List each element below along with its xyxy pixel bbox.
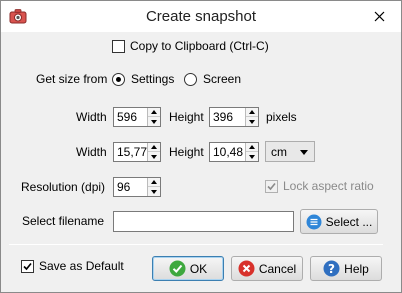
ok-button-label: OK [189, 261, 208, 276]
unit-height-value: 10,48 [213, 145, 244, 159]
unit-width-decrement[interactable] [148, 152, 160, 161]
svg-text:?: ? [328, 262, 335, 276]
radio-settings[interactable] [112, 73, 125, 86]
resolution-spinner[interactable]: 96 [113, 177, 161, 197]
title-bar: Create snapshot [1, 1, 401, 32]
close-button[interactable] [357, 1, 401, 32]
pixel-width-increment[interactable] [148, 108, 160, 117]
cancel-button[interactable]: Cancel [231, 256, 303, 281]
pixels-unit-label: pixels [266, 110, 297, 124]
radio-settings-label: Settings [131, 72, 175, 86]
lock-aspect-label: Lock aspect ratio [283, 179, 374, 193]
help-button[interactable]: ? Help [310, 256, 382, 281]
pixel-height-increment[interactable] [246, 108, 258, 117]
radio-screen[interactable] [184, 73, 197, 86]
chevron-down-icon [300, 150, 308, 155]
pixel-width-value: 596 [117, 110, 138, 124]
unit-width-label: Width [76, 145, 107, 159]
checkmark-icon [267, 182, 276, 191]
list-icon [306, 214, 322, 229]
unit-height-label: Height [169, 145, 204, 159]
resolution-decrement[interactable] [148, 187, 160, 196]
unit-height-increment[interactable] [246, 143, 258, 152]
filename-label: Select filename [22, 214, 105, 228]
pixel-width-decrement[interactable] [148, 117, 160, 126]
close-icon [374, 11, 384, 22]
unit-select[interactable]: cm [265, 141, 315, 162]
help-button-label: Help [344, 261, 369, 276]
footer-separator [9, 244, 383, 245]
radio-screen-label: Screen [203, 72, 242, 86]
resolution-increment[interactable] [148, 178, 160, 187]
ok-button[interactable]: OK [152, 256, 224, 281]
unit-width-spinner[interactable]: 15,77 [113, 142, 161, 162]
resolution-label: Resolution (dpi) [21, 180, 106, 194]
get-size-label: Get size from [36, 72, 108, 86]
pixel-width-label: Width [76, 110, 107, 124]
ok-check-icon [169, 260, 186, 277]
cancel-button-label: Cancel [258, 261, 297, 276]
lock-aspect-checkbox[interactable] [265, 180, 278, 193]
pixel-height-decrement[interactable] [246, 117, 258, 126]
dialog-window: Create snapshot Copy to Clipboard (Ctrl-… [0, 0, 402, 293]
unit-width-increment[interactable] [148, 143, 160, 152]
unit-width-value: 15,77 [117, 145, 148, 159]
copy-clipboard-checkbox[interactable] [112, 40, 125, 53]
select-file-button[interactable]: Select ... [300, 209, 378, 234]
pixel-height-value: 396 [213, 110, 234, 124]
filename-input[interactable] [113, 211, 294, 232]
unit-select-value: cm [271, 145, 287, 159]
select-file-button-label: Select ... [325, 214, 373, 229]
save-default-label: Save as Default [39, 259, 124, 273]
help-question-icon: ? [323, 260, 340, 277]
pixel-height-label: Height [169, 110, 204, 124]
checkmark-icon [23, 262, 32, 271]
unit-height-spinner[interactable]: 10,48 [209, 142, 259, 162]
save-default-checkbox[interactable] [21, 260, 34, 273]
unit-height-decrement[interactable] [246, 152, 258, 161]
window-title: Create snapshot [145, 8, 257, 25]
pixel-height-spinner[interactable]: 396 [209, 107, 259, 127]
resolution-value: 96 [117, 180, 131, 194]
cancel-x-icon [238, 260, 255, 277]
copy-clipboard-label: Copy to Clipboard (Ctrl-C) [130, 39, 269, 53]
pixel-width-spinner[interactable]: 596 [113, 107, 161, 127]
